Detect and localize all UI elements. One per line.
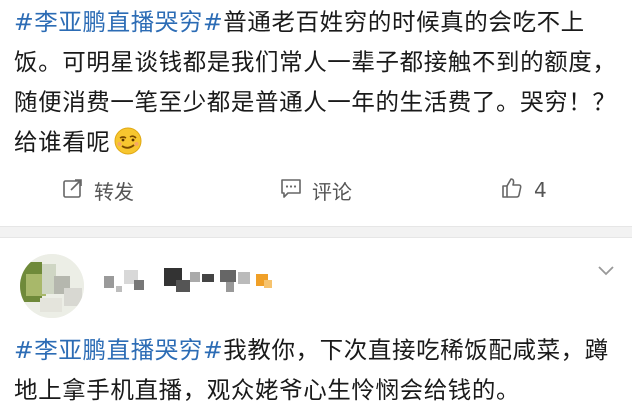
chevron-down-icon[interactable] xyxy=(594,258,618,282)
comment-topic-link[interactable]: #李亚鹏直播哭穷# xyxy=(14,336,223,364)
post-text: #李亚鹏直播哭穷#普通老百姓穷的时候真的会吃不上饭。可明星谈钱都是我们常人一辈子… xyxy=(14,2,620,162)
comment-icon xyxy=(280,177,312,204)
comment-label: 评论 xyxy=(312,179,352,204)
repost-button[interactable]: 转发 xyxy=(62,166,134,214)
comment-text: #李亚鹏直播哭穷#我教你，下次直接吃稀饭配咸菜，蹲地上拿手机直播，观众姥爷心生怜… xyxy=(14,330,620,410)
repost-icon xyxy=(62,177,94,204)
post-action-bar: 转发 评论 4 xyxy=(0,166,632,214)
avatar[interactable] xyxy=(20,254,84,318)
thumbs-up-icon xyxy=(500,176,534,205)
comment-item: #李亚鹏直播哭穷#我教你，下次直接吃稀饭配咸菜，蹲地上拿手机直播，观众姥爷心生怜… xyxy=(0,238,632,412)
smirk-emoji-icon xyxy=(114,127,142,155)
username-redacted xyxy=(104,264,304,300)
like-count: 4 xyxy=(534,178,547,202)
weibo-post: #李亚鹏直播哭穷#普通老百姓穷的时候真的会吃不上饭。可明星谈钱都是我们常人一辈子… xyxy=(0,0,632,226)
comment-button[interactable]: 评论 xyxy=(280,166,352,214)
topic-link[interactable]: #李亚鹏直播哭穷# xyxy=(14,8,223,36)
like-button[interactable]: 4 xyxy=(500,166,547,214)
repost-label: 转发 xyxy=(94,179,134,204)
section-divider xyxy=(0,226,632,238)
